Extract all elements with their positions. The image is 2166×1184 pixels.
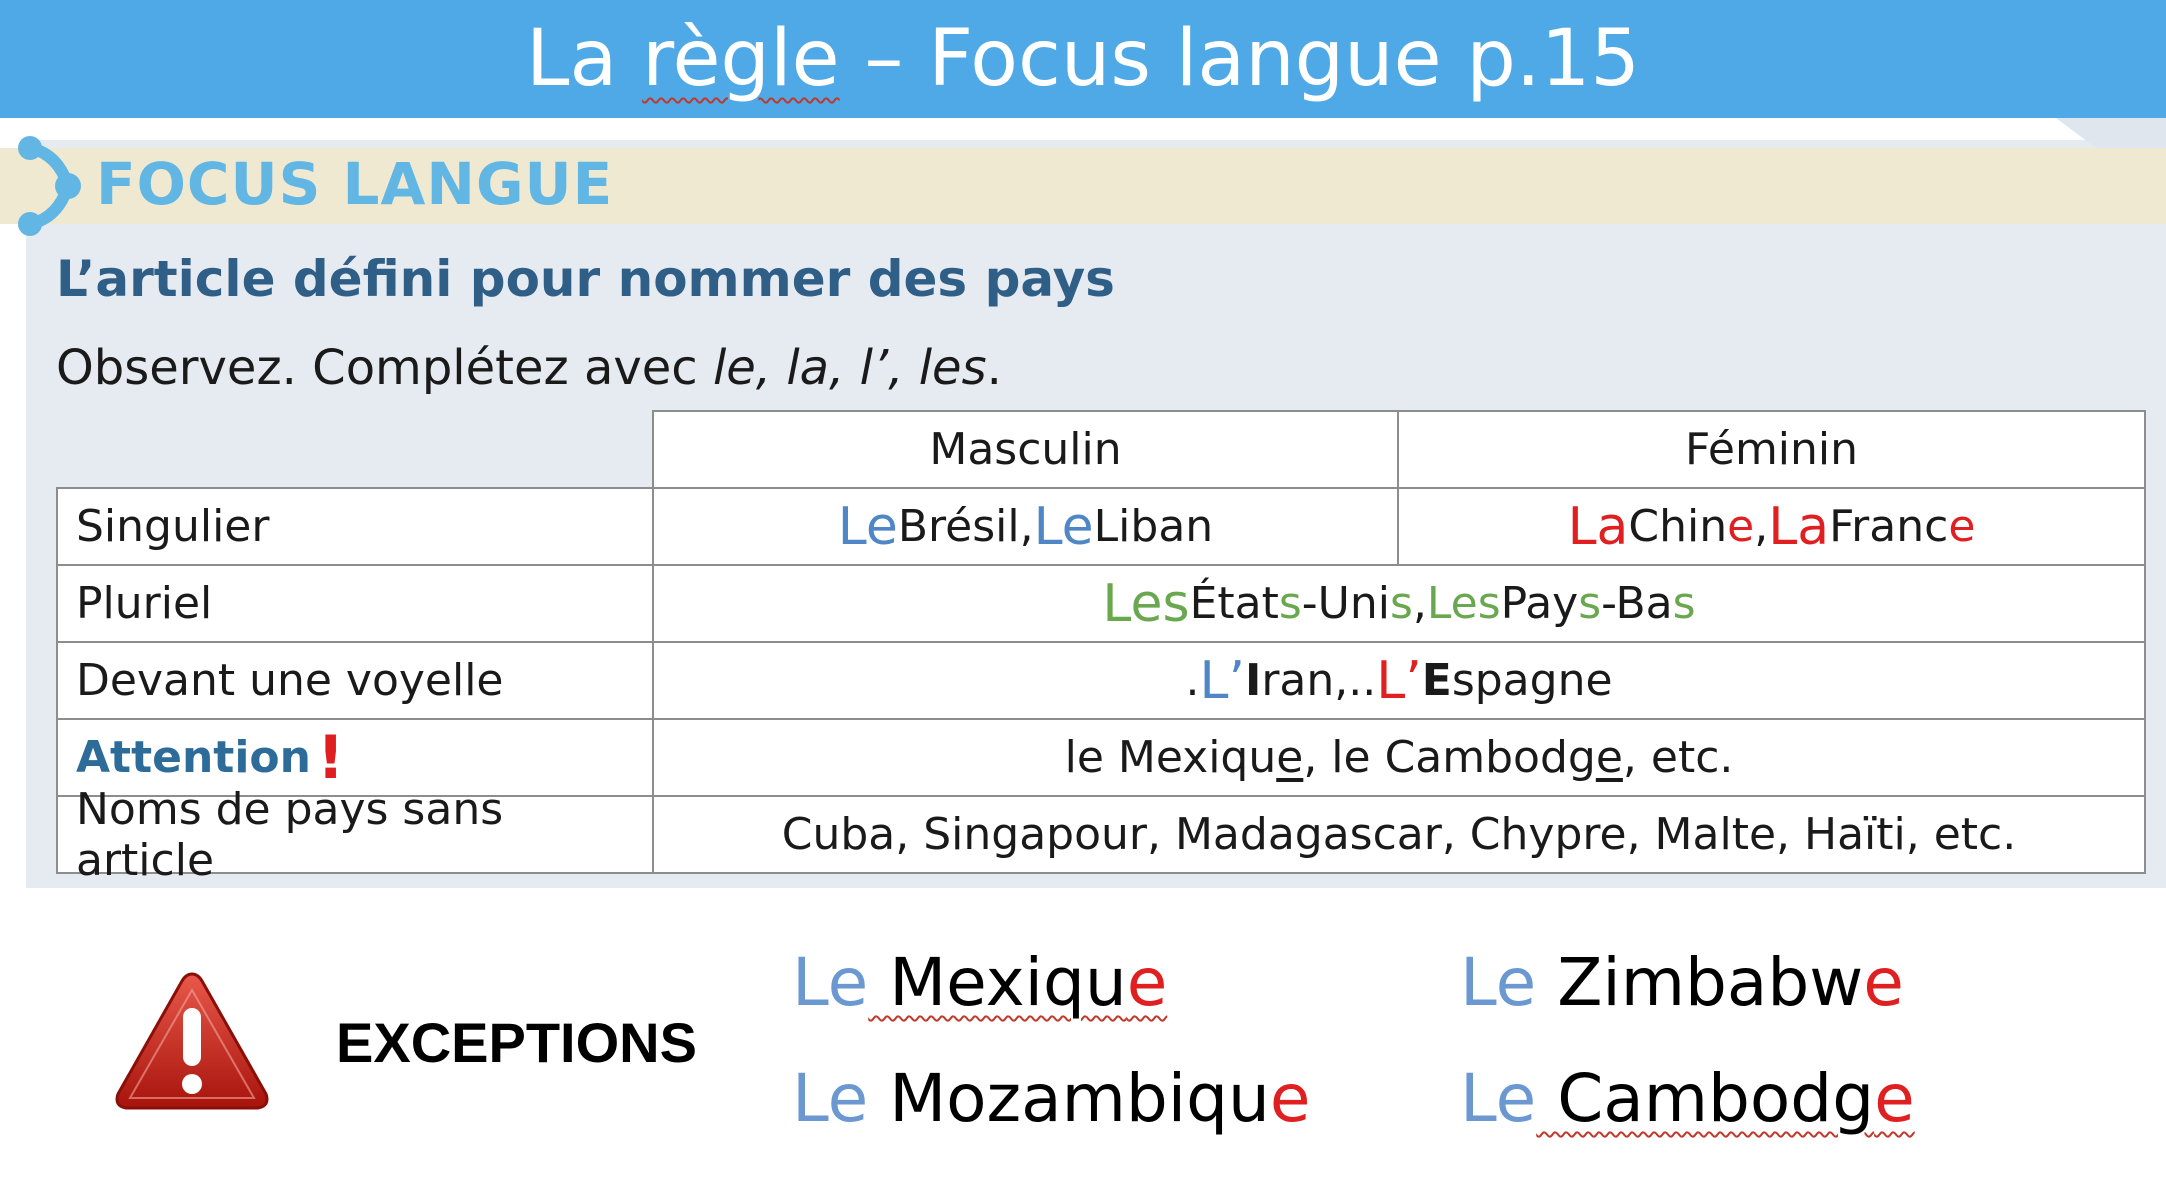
row-label-pluriel: Pluriel: [56, 564, 654, 643]
cell-voyelle: . L’ Iran, .. L’ Espagne: [652, 641, 2146, 720]
row-label-voyelle: Devant une voyelle: [56, 641, 654, 720]
cell-singulier-masculin: Le Brésil, Le Liban: [652, 487, 1399, 566]
page-corner-fold: [2056, 118, 2166, 148]
instruction: Observez. Complétez avec le, la, l’, les…: [56, 340, 1002, 396]
cell-pluriel: Les État s -Uni s, Les Pay s -Ba s: [652, 564, 2146, 643]
slide-title: La règle – Focus langue p.15: [526, 14, 1640, 104]
exclamation-icon: !: [316, 722, 345, 793]
exception-item: Le Cambodge: [1460, 1060, 1915, 1137]
focus-langue-logo-icon: [18, 136, 81, 236]
cell-sans-article: Cuba, Singapour, Madagascar, Chypre, Mal…: [652, 795, 2146, 874]
row-label-sans-article: Noms de pays sans article: [56, 784, 654, 886]
cell-singulier-feminin: La Chin e, La Franc e: [1397, 487, 2146, 566]
section-subtitle: L’article défini pour nommer des pays: [56, 250, 1115, 308]
row-label-singulier: Singulier: [56, 487, 654, 566]
exception-item: Le Mozambique: [792, 1060, 1311, 1137]
focus-heading: FOCUS LANGUE: [96, 150, 614, 218]
article-table: Masculin Féminin Singulier Le Brésil, Le…: [56, 410, 2146, 886]
warning-triangle-icon: [115, 972, 269, 1110]
header-masculin: Masculin: [652, 410, 1399, 489]
cell-attention: le Mexiqu e, le Cambodg e, etc.: [652, 718, 2146, 797]
exception-item: Le Zimbabwe: [1460, 944, 1904, 1021]
exceptions-label: EXCEPTIONS: [336, 1011, 697, 1074]
header-feminin: Féminin: [1397, 410, 2146, 489]
title-bar: La règle – Focus langue p.15: [0, 0, 2166, 118]
exception-item: Le Mexique: [792, 944, 1168, 1021]
